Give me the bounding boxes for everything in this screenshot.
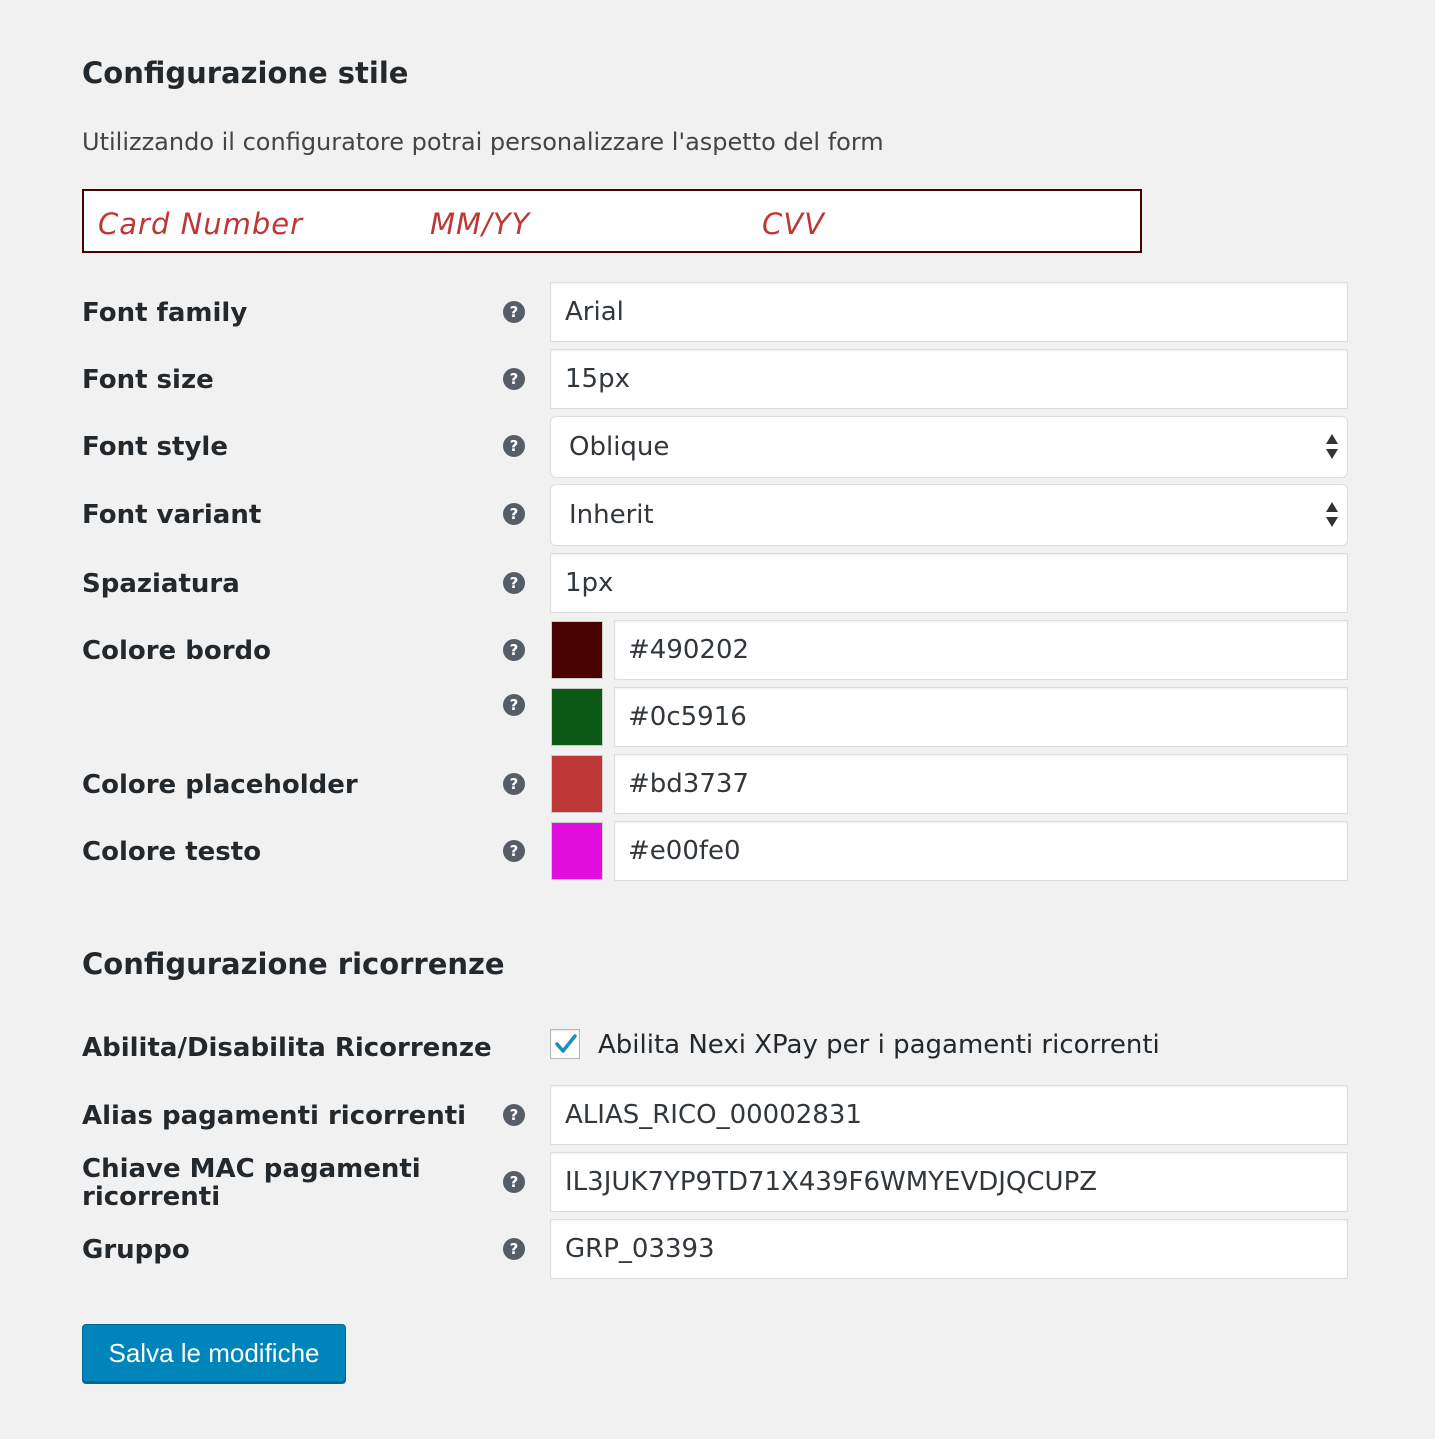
border-color-swatch[interactable] [551, 621, 603, 679]
placeholder-color-label: Colore placeholder [82, 770, 358, 800]
recurring-mac-key-help-icon[interactable]: ? [503, 1171, 525, 1193]
checkmark-icon [555, 1034, 577, 1053]
recurring-alias-help-icon[interactable]: ? [503, 1104, 525, 1126]
font-style-select-value: Oblique [569, 432, 670, 462]
preview-card-number-placeholder: Card Number [98, 207, 304, 241]
text-color-help-icon[interactable]: ? [503, 840, 525, 862]
border-color-input[interactable]: #490202 [614, 620, 1348, 680]
placeholder-color-input[interactable]: #bd3737 [614, 754, 1348, 814]
font-family-input[interactable]: Arial [550, 282, 1348, 342]
font-family-label: Font family [82, 298, 248, 328]
font-variant-label: Font variant [82, 500, 262, 530]
preview-cvv-placeholder: CVV [762, 207, 825, 241]
spacing-label: Spaziatura [82, 569, 240, 599]
select-arrows-icon [1325, 500, 1339, 530]
font-size-help-icon[interactable]: ? [503, 368, 525, 390]
secondary-color-input[interactable]: #0c5916 [614, 687, 1348, 747]
font-variant-select[interactable]: Inherit [550, 484, 1348, 546]
card-form-preview: Card Number MM/YY CVV [82, 189, 1142, 253]
secondary-color-help-icon[interactable]: ? [503, 694, 525, 716]
spacing-help-icon[interactable]: ? [503, 572, 525, 594]
border-color-help-icon[interactable]: ? [503, 639, 525, 661]
font-style-help-icon[interactable]: ? [503, 435, 525, 457]
preview-expiry-placeholder: MM/YY [430, 207, 531, 241]
text-color-swatch[interactable] [551, 822, 603, 880]
save-changes-button[interactable]: Salva le modifiche [82, 1324, 346, 1382]
font-size-input[interactable]: 15px [550, 349, 1348, 409]
secondary-color-swatch[interactable] [551, 688, 603, 746]
font-style-label: Font style [82, 432, 228, 462]
font-variant-help-icon[interactable]: ? [503, 503, 525, 525]
recurring-alias-input[interactable]: ALIAS_RICO_00002831 [550, 1085, 1348, 1145]
group-label: Gruppo [82, 1235, 190, 1265]
placeholder-color-help-icon[interactable]: ? [503, 773, 525, 795]
group-input[interactable]: GRP_03393 [550, 1219, 1348, 1279]
enable-recurring-checkbox[interactable] [550, 1029, 580, 1059]
recurring-mac-key-input[interactable]: IL3JUK7YP9TD71X439F6WMYEVDJQCUPZ [550, 1152, 1348, 1212]
style-section-title: Configurazione stile [82, 56, 409, 90]
recurring-mac-key-label: Chiave MAC pagamenti ricorrenti [82, 1154, 421, 1212]
font-style-select[interactable]: Oblique [550, 416, 1348, 478]
recurring-section-title: Configurazione ricorrenze [82, 947, 505, 981]
recurring-alias-label: Alias pagamenti ricorrenti [82, 1101, 467, 1131]
font-size-label: Font size [82, 365, 214, 395]
enable-recurring-label: Abilita/Disabilita Ricorrenze [82, 1033, 492, 1063]
text-color-input[interactable]: #e00fe0 [614, 821, 1348, 881]
spacing-input[interactable]: 1px [550, 553, 1348, 613]
border-color-label: Colore bordo [82, 636, 271, 666]
font-variant-select-value: Inherit [569, 500, 654, 530]
font-family-help-icon[interactable]: ? [503, 301, 525, 323]
enable-recurring-checkbox-label[interactable]: Abilita Nexi XPay per i pagamenti ricorr… [598, 1030, 1160, 1060]
select-arrows-icon [1325, 432, 1339, 462]
placeholder-color-swatch[interactable] [551, 755, 603, 813]
style-section-description: Utilizzando il configuratore potrai pers… [82, 128, 884, 156]
group-help-icon[interactable]: ? [503, 1238, 525, 1260]
text-color-label: Colore testo [82, 837, 262, 867]
